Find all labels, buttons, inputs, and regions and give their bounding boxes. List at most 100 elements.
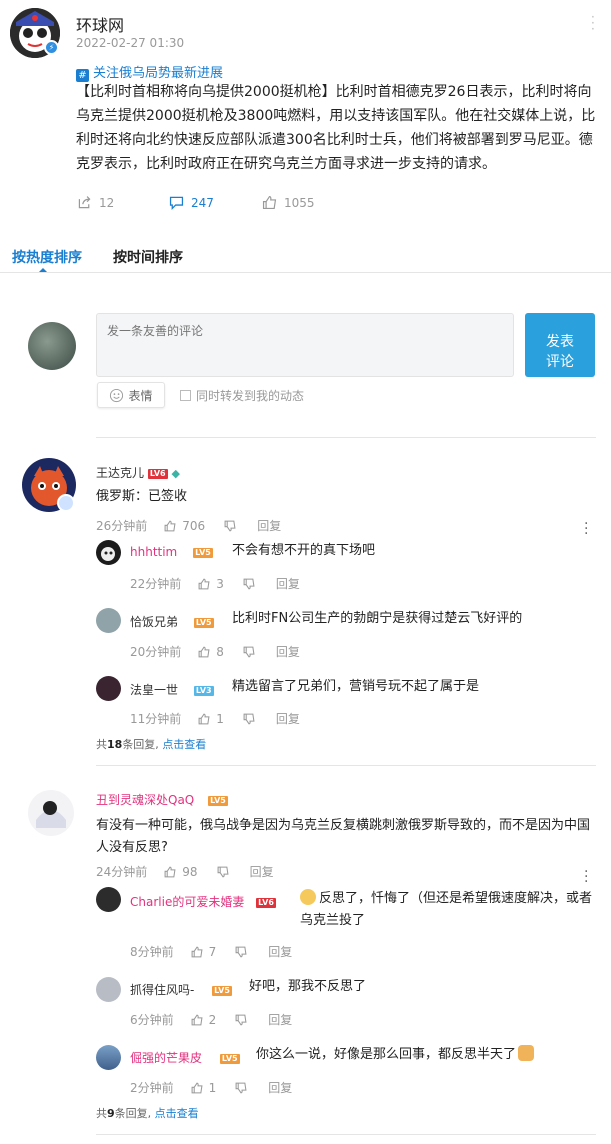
reply-avatar[interactable] [96,676,121,701]
thumbs-up-icon [198,713,210,724]
more-options-icon[interactable]: · · · [584,517,590,541]
summary-suffix: 条回复, [114,1107,152,1120]
thumbs-up-icon [262,195,277,210]
submit-label-line2: 评论 [546,353,574,369]
reply-button[interactable]: 回复 [276,643,300,660]
comment-author-name: 王达克儿 [96,466,145,480]
like-button[interactable]: 3 [197,577,224,591]
like-button[interactable]: 8 [197,645,224,659]
reply-summary: 共9条回复, 点击查看 [96,1105,199,1121]
summary-suffix: 条回复, [122,738,159,751]
like-button[interactable]: 1 [197,712,224,726]
like-count: 706 [182,518,206,533]
comment-author[interactable]: 王达克儿 LV6 ◆ [96,464,180,481]
like-button[interactable]: 1 [190,1080,217,1095]
summary-prefix: 共 [96,1107,107,1120]
reply-button[interactable]: 回复 [257,517,281,534]
reply-avatar[interactable] [96,977,121,1002]
reply-button[interactable]: 回复 [250,863,274,880]
like-count: 2 [208,1012,217,1027]
like-count: 1 [216,711,224,726]
reply-time: 8分钟前 [130,945,174,959]
reply-button[interactable]: 回复 [276,710,300,727]
comment-author[interactable]: 丑到灵魂深处QaQ LV5 [96,791,228,808]
like-count: 98 [182,864,198,879]
reply-time: 22分钟前 [130,577,182,591]
verified-icon: ⚡ [44,40,59,55]
reply-button[interactable]: 回复 [276,575,300,592]
reply-author[interactable]: hhhttim LV5 [130,545,213,559]
emoji-sticker-icon [300,889,316,905]
reply-text: 你这么一说，好像是那么回事，都反思半天了 [256,1044,535,1066]
reply-author-name: hhhttim [130,545,178,559]
tab-sort-time[interactable]: 按时间排序 [113,247,183,267]
dislike-button[interactable] [234,1013,248,1027]
thumbs-up-icon [191,1082,203,1093]
summary-prefix: 共 [96,738,107,751]
dislike-button[interactable] [223,519,237,533]
reply-author-name: 法皇一世 [130,683,179,697]
thumbs-up-icon [198,578,210,589]
like-button[interactable]: 7 [190,945,216,959]
reply-button[interactable]: 回复 [268,943,292,960]
level-badge: LV6 [147,469,168,479]
share-button[interactable]: 12 [76,194,114,211]
emoji-button[interactable]: 表情 [97,382,165,408]
repost-checkbox[interactable]: 同时转发到我的动态 [180,387,304,404]
dislike-button[interactable] [242,645,256,659]
reply-author-name: 倔强的芒果皮 [130,1051,203,1065]
thumbs-down-icon [235,1082,247,1093]
reply-meta: 11分钟前 1 回复 [130,710,300,727]
smiley-icon [110,388,124,402]
like-button[interactable]: 706 [163,519,205,533]
reply-meta: 8分钟前 7 回复 [130,943,292,960]
reply-button[interactable]: 回复 [268,1079,292,1096]
reply-time: 6分钟前 [130,1013,174,1027]
dislike-button[interactable] [234,945,248,959]
like-button[interactable]: 98 [163,864,198,879]
topic-link[interactable]: # 关注俄乌局势最新进展 [76,62,223,82]
view-replies-link[interactable]: 点击查看 [162,738,206,751]
dislike-button[interactable] [234,1081,248,1095]
more-options-icon[interactable]: · · · [584,865,590,889]
like-count: 1 [208,1080,217,1095]
level-badge: LV5 [219,1054,240,1064]
reply-button[interactable]: 回复 [268,1011,292,1028]
dislike-button[interactable] [216,865,230,879]
view-replies-link[interactable]: 点击查看 [155,1107,199,1120]
reply-author[interactable]: 抓得住风吗- LV5 [130,981,232,998]
share-count: 12 [99,195,115,210]
reply-avatar[interactable] [96,1045,121,1070]
reply-meta: 2分钟前 1 回复 [130,1079,292,1096]
thumbs-up-icon [191,946,203,957]
submit-comment-button[interactable]: 发表 评论 [525,313,595,377]
like-button[interactable]: 2 [190,1012,217,1027]
reply-author[interactable]: 倔强的芒果皮 LV5 [130,1049,240,1066]
more-options-icon[interactable]: · · · [591,11,597,35]
comment-avatar[interactable] [28,790,74,836]
divider [0,272,611,273]
reply-text-content: 你这么一说，好像是那么回事，都反思半天了 [256,1047,517,1062]
submit-label-line1: 发表 [546,333,574,349]
thumbs-down-icon [243,578,255,589]
thumbs-down-icon [224,520,236,531]
author-name[interactable]: 环球网 [76,12,124,36]
level-badge: LV5 [212,986,232,996]
reply-text: 精选留言了兄弟们，营销号玩不起了属于是 [232,679,480,694]
reply-author[interactable]: 法皇一世 LV3 [130,681,214,698]
reply-avatar[interactable] [96,608,121,633]
comment-button[interactable]: 247 [168,194,214,211]
like-button[interactable]: 1055 [261,194,315,211]
reply-author[interactable]: Charlie的可爱未婚妻 LV6 [130,893,276,910]
reply-avatar[interactable] [96,887,121,912]
dislike-button[interactable] [242,577,256,591]
dislike-button[interactable] [242,712,256,726]
checkbox-box[interactable] [180,390,191,401]
tab-sort-hot[interactable]: 按热度排序 [12,247,82,267]
comment-meta: 26分钟前 706 回复 [96,517,281,534]
level-badge: LV5 [193,548,213,558]
like-count: 3 [216,576,224,591]
reply-avatar[interactable] [96,540,121,565]
comment-input[interactable] [96,313,514,377]
reply-author[interactable]: 恰饭兄弟 LV5 [130,613,214,630]
